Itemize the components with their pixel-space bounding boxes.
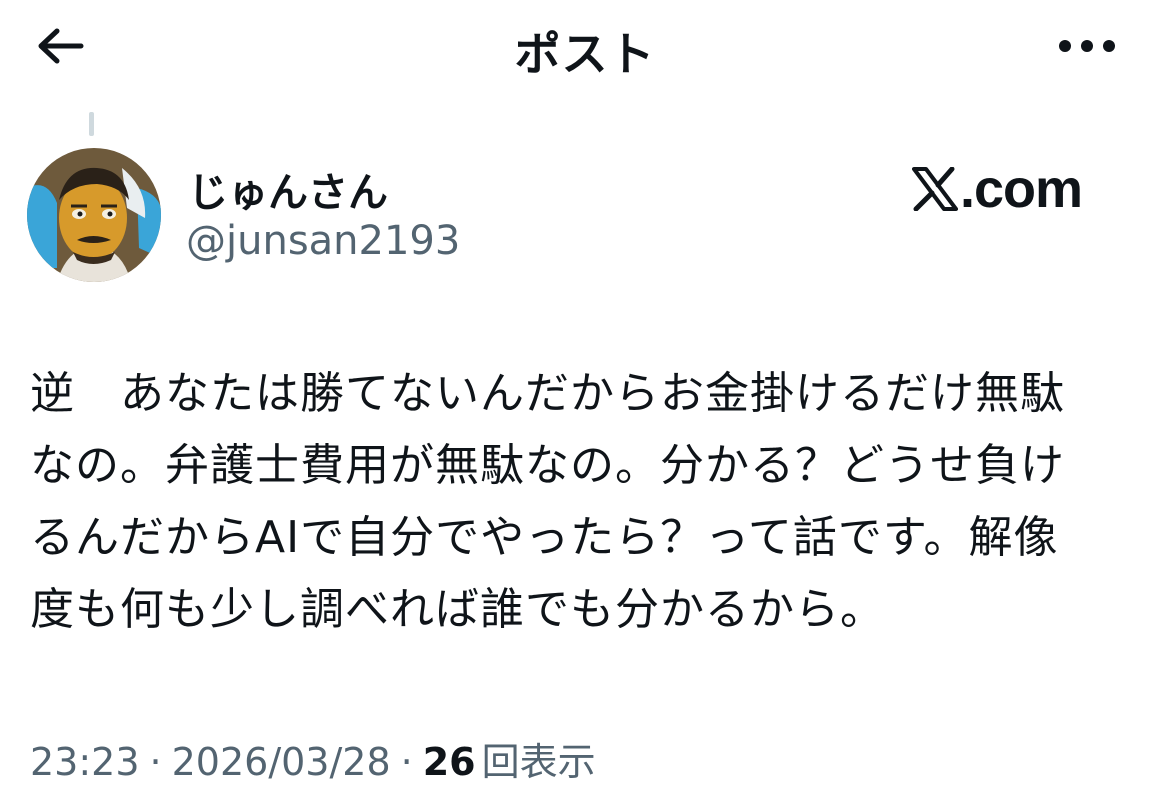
meta-separator: · (400, 740, 413, 784)
meta-separator: · (149, 740, 162, 784)
more-horizontal-icon (1059, 40, 1115, 52)
top-navigation-bar: ポスト (0, 0, 1170, 96)
avatar[interactable] (27, 148, 161, 282)
x-logo-icon (912, 167, 958, 211)
post-date[interactable]: 2026/03/28 (172, 740, 391, 784)
brand-text: .com (960, 159, 1083, 219)
page-title: ポスト (514, 27, 656, 81)
post-time[interactable]: 23:23 (30, 740, 140, 784)
views-label[interactable]: 回表示 (482, 731, 596, 786)
post-metadata: 23:23 · 2026/03/28 · 26 回表示 (30, 731, 596, 786)
x-brand-watermark: .com (912, 158, 1083, 220)
author-display-name[interactable]: じゅんさん (188, 160, 388, 218)
author-handle[interactable]: @junsan2193 (186, 218, 460, 264)
cartoon-portrait-avatar (27, 148, 161, 282)
more-options-button[interactable] (1052, 28, 1122, 64)
post-body-text: 逆 あなたは勝てないんだからお金掛けるだけ無駄 なの。弁護士費用が無駄なの。分か… (30, 368, 1065, 635)
thread-connector-line (89, 112, 94, 136)
views-count[interactable]: 26 (423, 740, 476, 784)
